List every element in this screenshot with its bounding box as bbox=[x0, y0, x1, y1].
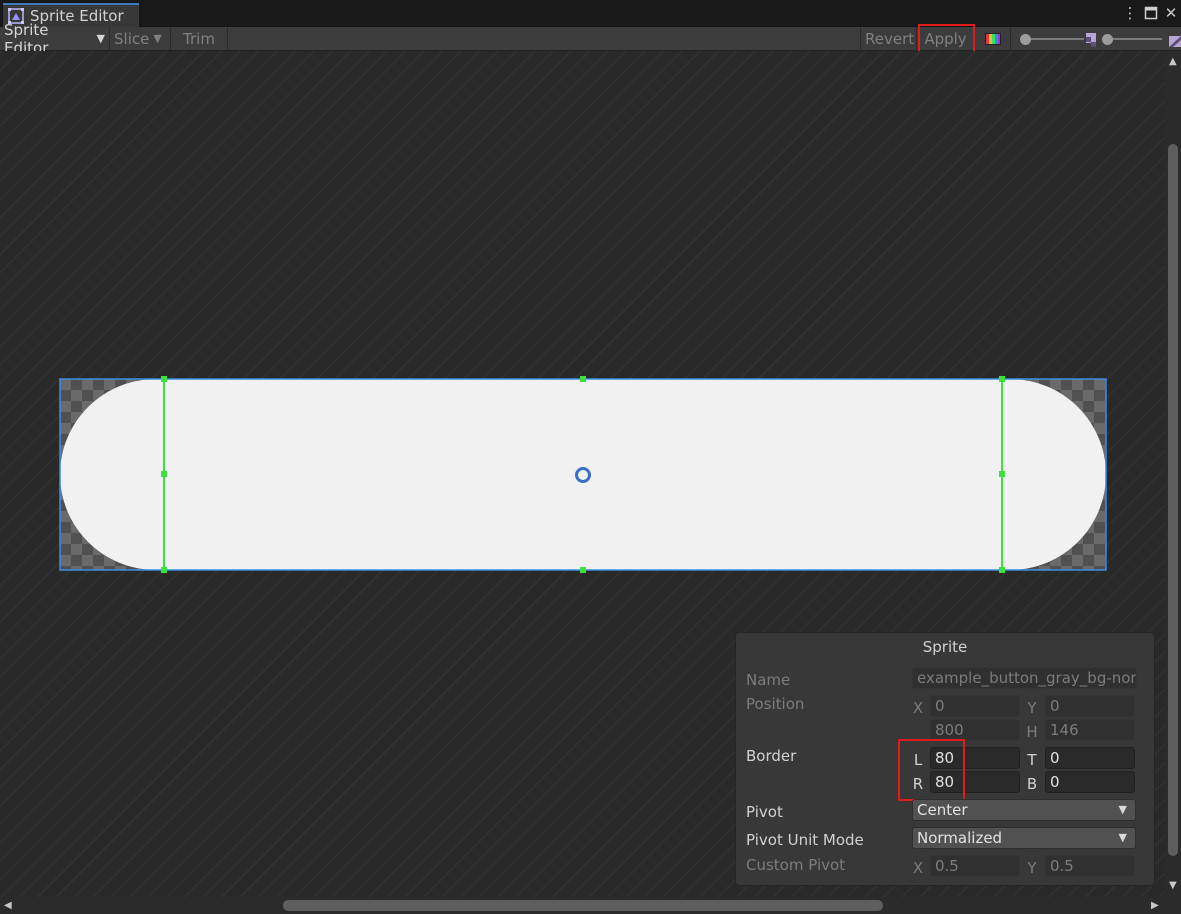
position-label: Position bbox=[746, 695, 805, 713]
position-x-field: 0 bbox=[930, 695, 1020, 717]
border-handle[interactable] bbox=[999, 567, 1005, 573]
border-handle[interactable] bbox=[580, 567, 586, 573]
border-b-label: B bbox=[1026, 775, 1038, 793]
position-h-field: 146 bbox=[1045, 719, 1135, 741]
name-label: Name bbox=[746, 671, 791, 689]
pivot-label: Pivot bbox=[746, 803, 783, 821]
border-handle[interactable] bbox=[999, 376, 1005, 382]
pivot-dropdown[interactable]: Center ▼ bbox=[912, 799, 1136, 821]
custom-pivot-y-field: 0.5 bbox=[1045, 855, 1135, 877]
border-t-label: T bbox=[1027, 751, 1037, 769]
border-b-field[interactable]: 0 bbox=[1045, 771, 1135, 793]
vertical-scroll-thumb[interactable] bbox=[1168, 144, 1178, 856]
scrollbar-corner bbox=[1165, 897, 1181, 914]
panel-title: Sprite bbox=[922, 638, 968, 656]
position-h-label: H bbox=[1026, 723, 1038, 741]
scroll-right-icon[interactable]: ▶ bbox=[1151, 901, 1159, 911]
custom-pivot-x-label: X bbox=[912, 859, 924, 877]
border-label: Border bbox=[746, 747, 797, 765]
scroll-down-icon[interactable]: ▼ bbox=[1169, 881, 1177, 891]
border-handle[interactable] bbox=[999, 471, 1005, 477]
pivot-value: Center bbox=[917, 801, 968, 819]
border-handle[interactable] bbox=[161, 567, 167, 573]
position-w-field: 800 bbox=[930, 719, 1020, 741]
sprite-image bbox=[60, 379, 1106, 570]
horizontal-scroll-thumb[interactable] bbox=[283, 900, 883, 911]
custom-pivot-label: Custom Pivot bbox=[746, 856, 846, 874]
chevron-down-icon: ▼ bbox=[1118, 803, 1127, 816]
position-x-label: X bbox=[912, 699, 924, 717]
sprite-properties-panel: Sprite Name example_button_gray_bg-norma… bbox=[735, 632, 1155, 886]
pivot-unit-mode-label: Pivot Unit Mode bbox=[746, 831, 864, 849]
border-t-field[interactable]: 0 bbox=[1045, 747, 1135, 769]
scroll-up-icon[interactable]: ▲ bbox=[1169, 57, 1177, 67]
position-y-label: Y bbox=[1027, 699, 1037, 717]
border-lr-highlight bbox=[898, 739, 965, 801]
border-handle[interactable] bbox=[580, 376, 586, 382]
pivot-unit-mode-value: Normalized bbox=[917, 829, 1003, 847]
custom-pivot-y-label: Y bbox=[1027, 859, 1037, 877]
position-y-field: 0 bbox=[1045, 695, 1135, 717]
pivot-unit-mode-dropdown[interactable]: Normalized ▼ bbox=[912, 827, 1136, 849]
border-handle[interactable] bbox=[161, 471, 167, 477]
chevron-down-icon: ▼ bbox=[1118, 831, 1127, 844]
horizontal-scrollbar[interactable]: ◀ ▶ bbox=[0, 897, 1165, 914]
scroll-left-icon[interactable]: ◀ bbox=[4, 901, 12, 911]
vertical-scrollbar[interactable]: ▲ ▼ bbox=[1165, 51, 1181, 897]
name-field: example_button_gray_bg-normal bbox=[912, 667, 1137, 689]
border-handle[interactable] bbox=[161, 376, 167, 382]
mipmap-large-icon bbox=[1169, 33, 1181, 47]
custom-pivot-x-field: 0.5 bbox=[930, 855, 1020, 877]
